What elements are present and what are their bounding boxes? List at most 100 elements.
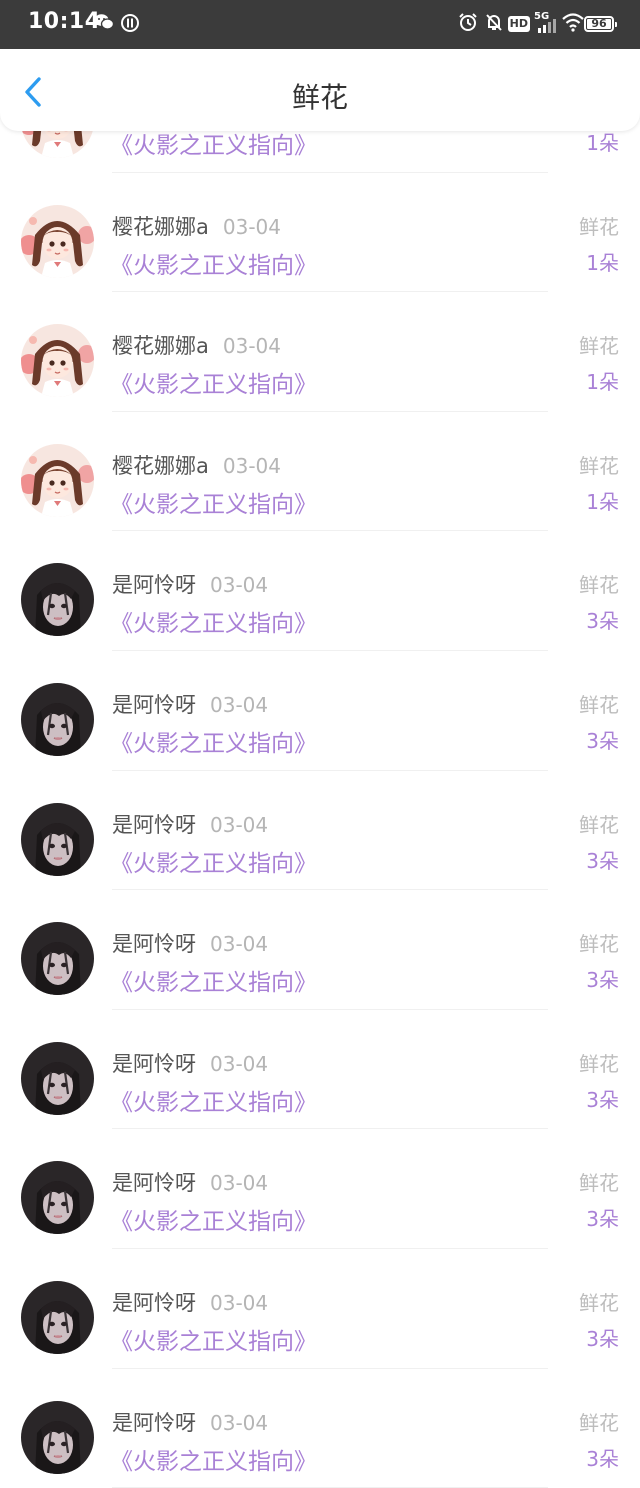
book-title-link[interactable]: 《火影之正义指向》 [110, 1083, 317, 1117]
gift-type: 鲜花 [579, 692, 619, 717]
list-item[interactable]: 是阿怜呀 03-04 《火影之正义指向》 鲜花 3朵 [0, 1010, 640, 1130]
gift-count: 1朵 [586, 250, 619, 275]
user-name-text: 是阿怜呀 [112, 1051, 196, 1076]
book-title-link[interactable]: 《火影之正义指向》 [110, 485, 317, 519]
list-item[interactable]: 是阿怜呀 03-04 《火影之正义指向》 鲜花 3朵 [0, 1369, 640, 1488]
status-bar: 10:14 HD 5G 96 [0, 0, 640, 49]
book-title-link[interactable]: 《火影之正义指向》 [110, 1202, 317, 1236]
gift-type: 鲜花 [579, 334, 619, 359]
book-title-link[interactable]: 《火影之正义指向》 [110, 724, 317, 758]
book-title-link[interactable]: 《火影之正义指向》 [110, 1442, 317, 1476]
gift-type: 鲜花 [579, 812, 619, 837]
dark-hair-girl-avatar[interactable] [21, 922, 94, 996]
app-header: 鲜花 [0, 49, 640, 131]
dark-hair-girl-avatar[interactable] [21, 1161, 94, 1235]
girl-braids-avatar[interactable] [21, 324, 94, 398]
gift-type: 鲜花 [579, 573, 619, 598]
battery-icon: 96 [584, 16, 617, 32]
dark-hair-girl-avatar[interactable] [21, 802, 94, 876]
network-label: 5G [534, 11, 550, 22]
user-name[interactable]: 樱花娜娜a 03-04 [112, 450, 281, 480]
dark-hair-girl-avatar[interactable] [21, 1041, 94, 1115]
list-item[interactable]: 樱花娜娜a 03-04 《火影之正义指向》 鲜花 1朵 [0, 412, 640, 532]
gift-type: 鲜花 [579, 214, 619, 239]
gift-count: 3朵 [586, 848, 619, 873]
gift-count: 1朵 [586, 489, 619, 514]
gift-type: 鲜花 [579, 1051, 619, 1076]
user-name-text: 樱花娜娜a [112, 334, 209, 359]
gift-type: 鲜花 [579, 1171, 619, 1196]
book-title-link[interactable]: 《火影之正义指向》 [110, 604, 317, 638]
user-name[interactable]: 樱花娜娜a 03-04 [112, 211, 281, 241]
user-name[interactable]: 是阿怜呀 03-04 [112, 689, 268, 719]
gift-count: 3朵 [586, 1446, 619, 1471]
user-name-text: 是阿怜呀 [112, 812, 196, 837]
gift-date: 03-04 [210, 932, 269, 957]
gift-type: 鲜花 [579, 932, 619, 957]
list-item[interactable]: 是阿怜呀 03-04 《火影之正义指向》 鲜花 3朵 [0, 1129, 640, 1249]
gift-date: 03-04 [222, 453, 281, 478]
status-time: 10:14 [28, 9, 101, 34]
book-title-link[interactable]: 《火影之正义指向》 [110, 246, 317, 280]
gift-date: 03-04 [210, 573, 269, 598]
list-item[interactable]: 樱花娜娜a 03-04 《火影之正义指向》 鲜花 1朵 [0, 173, 640, 293]
gift-date: 03-04 [210, 692, 269, 717]
gift-count: 3朵 [586, 1207, 619, 1232]
unlock-icon [121, 14, 139, 36]
dark-hair-girl-avatar[interactable] [21, 1280, 94, 1354]
gift-count: 1朵 [586, 131, 619, 155]
gift-type: 鲜花 [579, 1290, 619, 1315]
user-name[interactable]: 是阿怜呀 03-04 [112, 1167, 268, 1197]
signal-5g-icon: 5G [534, 11, 558, 40]
user-name-text: 樱花娜娜a [112, 453, 209, 478]
user-name[interactable]: 是阿怜呀 03-04 [112, 1407, 268, 1437]
dark-hair-girl-avatar[interactable] [21, 682, 94, 756]
gift-type: 鲜花 [579, 1410, 619, 1435]
gift-count: 3朵 [586, 609, 619, 634]
list-item[interactable]: 是阿怜呀 03-04 《火影之正义指向》 鲜花 3朵 [0, 890, 640, 1010]
book-title-link[interactable]: 《火影之正义指向》 [110, 844, 317, 878]
user-name-text: 樱花娜娜a [112, 214, 209, 239]
list-item[interactable]: 是阿怜呀 03-04 《火影之正义指向》 鲜花 3朵 [0, 531, 640, 651]
hd-icon: HD [507, 16, 530, 32]
list-item[interactable]: 是阿怜呀 03-04 《火影之正义指向》 鲜花 3朵 [0, 1249, 640, 1369]
gift-date: 03-04 [210, 1051, 269, 1076]
gift-date: 03-04 [210, 1290, 269, 1315]
book-title-link[interactable]: 《火影之正义指向》 [110, 963, 317, 997]
page-title: 鲜花 [291, 81, 348, 114]
book-title-link[interactable]: 《火影之正义指向》 [110, 1322, 317, 1356]
user-name[interactable]: 樱花娜娜a 03-04 [112, 330, 281, 360]
wechat-icon [94, 13, 115, 35]
user-name-text: 是阿怜呀 [112, 692, 196, 717]
list-item[interactable]: 是阿怜呀 03-04 《火影之正义指向》 鲜花 3朵 [0, 651, 640, 771]
mute-notification-icon [484, 12, 504, 36]
gift-date: 03-04 [210, 1410, 269, 1435]
user-name[interactable]: 是阿怜呀 03-04 [112, 928, 268, 958]
girl-braids-avatar[interactable] [21, 204, 94, 278]
gift-date: 03-04 [210, 1171, 269, 1196]
user-name[interactable]: 是阿怜呀 03-04 [112, 1048, 268, 1078]
book-title-link[interactable]: 《火影之正义指向》 [110, 365, 317, 399]
list-item[interactable]: 樱花娜娜a 03-04 《火影之正义指向》 鲜花 1朵 [0, 292, 640, 412]
user-name[interactable]: 是阿怜呀 03-04 [112, 1287, 268, 1317]
gift-count: 3朵 [586, 1326, 619, 1351]
battery-level: 96 [591, 17, 607, 30]
dark-hair-girl-avatar[interactable] [21, 1400, 94, 1474]
gift-date: 03-04 [222, 334, 281, 359]
gift-count: 3朵 [586, 1087, 619, 1112]
user-name-text: 是阿怜呀 [112, 1290, 196, 1315]
book-title-link[interactable]: 《火影之正义指向》 [110, 126, 317, 160]
dark-hair-girl-avatar[interactable] [21, 563, 94, 637]
wifi-icon [562, 12, 584, 36]
gift-record-list[interactable]: 樱花娜娜a03-04《火影之正义指向》鲜花1朵 樱花娜娜a03-04《火影之正义… [0, 53, 640, 1488]
alarm-icon [458, 12, 478, 36]
user-name-text: 是阿怜呀 [112, 932, 196, 957]
user-name-text: 是阿怜呀 [112, 1171, 196, 1196]
gift-count: 3朵 [586, 728, 619, 753]
user-name[interactable]: 是阿怜呀 03-04 [112, 809, 268, 839]
gift-date: 03-04 [222, 214, 281, 239]
list-item[interactable]: 是阿怜呀 03-04 《火影之正义指向》 鲜花 3朵 [0, 771, 640, 891]
girl-braids-avatar[interactable] [21, 443, 94, 517]
user-name[interactable]: 是阿怜呀 03-04 [112, 569, 268, 599]
user-name-text: 是阿怜呀 [112, 1410, 196, 1435]
